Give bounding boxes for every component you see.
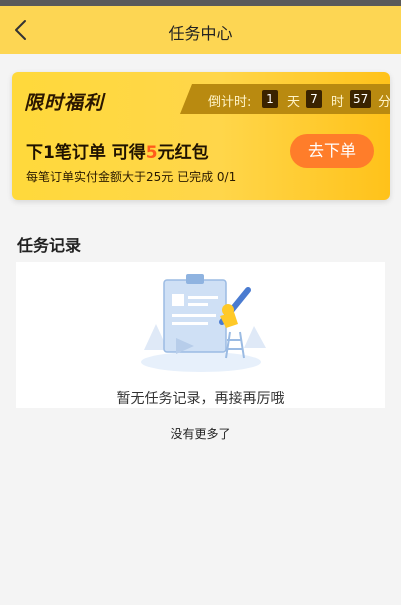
empty-records-message: 暂无任务记录，再接再厉哦 [116, 391, 285, 407]
no-more-text: 没有更多了 [170, 427, 231, 441]
clipboard-with-pencil-illustration [141, 274, 266, 372]
promo-amount: 5 [145, 143, 158, 163]
countdown-minutes: 57 [350, 90, 372, 108]
promo-headline-post: 元红包 [157, 143, 209, 163]
page-title: 任务中心 [168, 24, 233, 43]
countdown-timer: 倒计时: 1 天 7 时 57 分 [180, 84, 390, 114]
countdown-label: 倒计时: [208, 95, 252, 110]
limited-offer-card: 限时福利 倒计时: 1 天 7 时 57 分 下1笔订单 可得5元红包 每笔订单… [12, 72, 390, 200]
countdown-hour-unit: 时 [331, 95, 345, 110]
countdown-days: 1 [262, 90, 278, 108]
countdown-hours: 7 [306, 90, 322, 108]
place-order-button[interactable]: 去下单 [290, 134, 374, 168]
task-records-title: 任务记录 [17, 236, 82, 255]
countdown-minute-unit: 分 [378, 95, 390, 110]
nav-bar: 任务中心 [0, 6, 401, 54]
empty-records-panel: 暂无任务记录，再接再厉哦 [16, 262, 385, 408]
countdown-day-unit: 天 [287, 95, 301, 110]
offer-title: 限时福利 [24, 92, 105, 114]
promo-condition: 每笔订单实付金额大于25元 已完成 0/1 [26, 170, 237, 184]
promo-headline: 下1笔订单 可得5元红包 [26, 138, 209, 163]
promo-headline-pre: 下1笔订单 可得 [26, 143, 146, 163]
